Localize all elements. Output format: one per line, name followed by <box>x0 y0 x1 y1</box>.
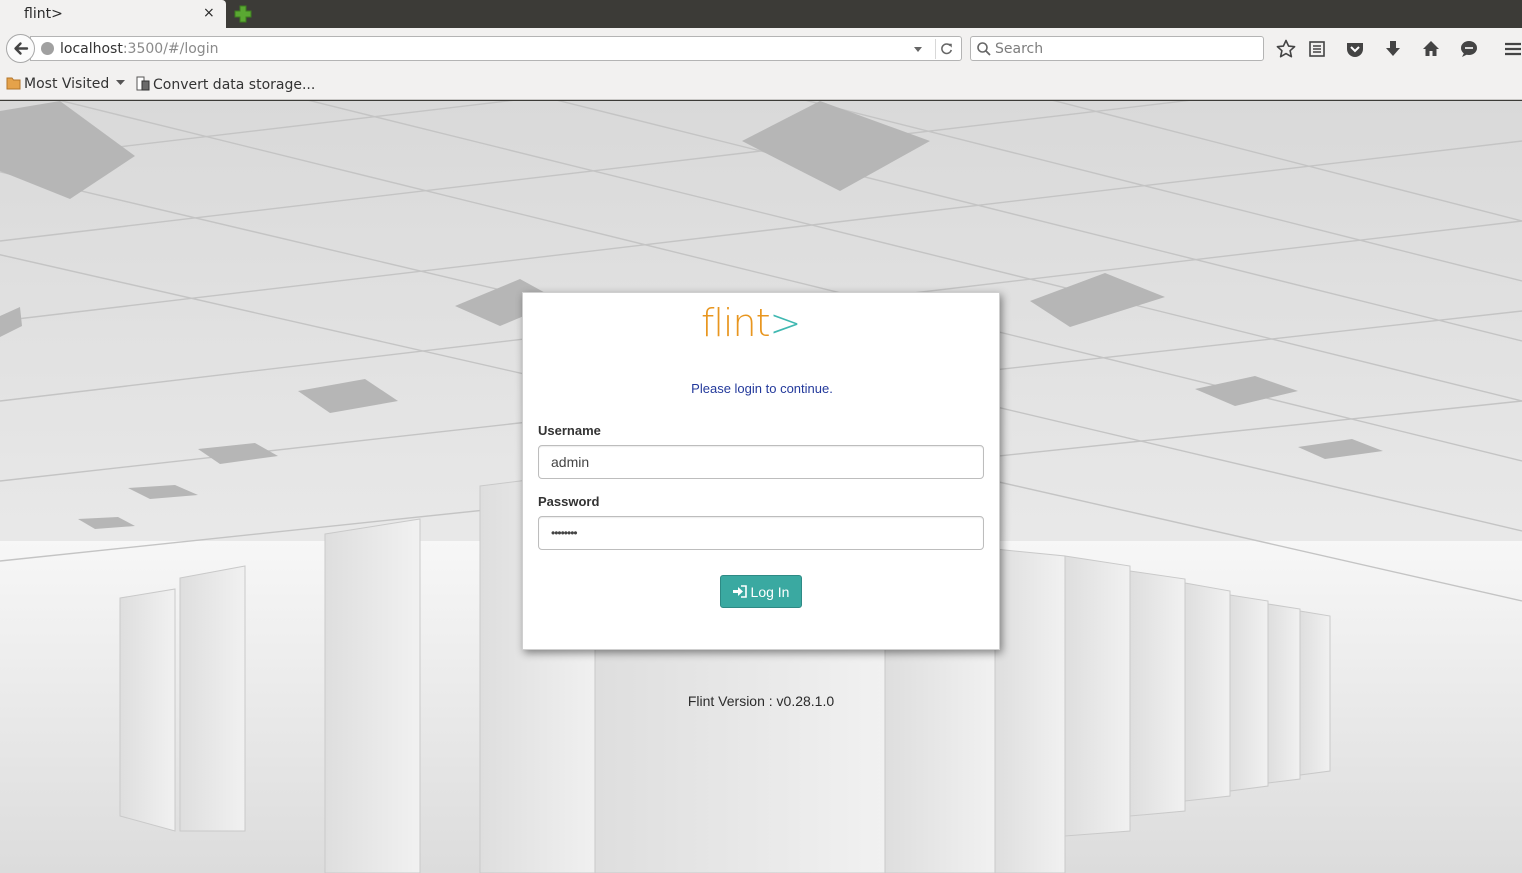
password-field[interactable] <box>538 516 984 550</box>
back-button[interactable] <box>6 34 35 63</box>
reading-list-icon[interactable] <box>1306 38 1328 60</box>
url-text[interactable]: localhost:3500/#/login <box>60 41 218 57</box>
chat-icon[interactable] <box>1458 38 1480 60</box>
bookmark-convert-data-storage[interactable]: Convert data storage... <box>136 76 315 93</box>
log-in-button[interactable]: Log In <box>720 575 802 608</box>
tab-title: flint> <box>24 6 63 22</box>
version-text: Flint Version : v0.28.1.0 <box>687 693 835 709</box>
back-arrow-icon <box>14 42 29 55</box>
chevron-down-icon <box>115 80 125 85</box>
page-icon <box>136 76 150 91</box>
search-bar[interactable] <box>970 36 1264 61</box>
password-label: Password <box>538 494 600 509</box>
username-label: Username <box>538 423 601 438</box>
url-bar[interactable]: localhost:3500/#/login <box>30 36 962 61</box>
login-prompt-message: Please login to continue. <box>691 381 833 396</box>
site-identity-icon[interactable] <box>41 42 54 55</box>
page-viewport: flint> Please login to continue. Usernam… <box>0 101 1522 873</box>
tab-strip: flint> × <box>0 0 1522 28</box>
reload-icon[interactable] <box>935 39 957 59</box>
new-tab-plus-icon[interactable] <box>233 4 253 24</box>
sign-in-icon <box>732 585 747 598</box>
folder-icon <box>6 77 21 90</box>
download-icon[interactable] <box>1382 38 1404 60</box>
home-icon[interactable] <box>1420 38 1442 60</box>
bookmark-star-icon[interactable] <box>1275 38 1297 60</box>
login-card: flint> Please login to continue. Usernam… <box>522 292 1000 650</box>
url-history-dropdown-icon[interactable] <box>913 44 923 54</box>
username-field[interactable] <box>538 445 984 479</box>
flint-logo: flint> <box>701 301 801 345</box>
search-icon <box>977 42 991 56</box>
bookmark-most-visited[interactable]: Most Visited <box>6 76 125 92</box>
hamburger-menu-icon[interactable] <box>1502 38 1522 60</box>
search-input[interactable] <box>995 39 1255 59</box>
active-tab[interactable]: flint> × <box>0 0 226 28</box>
log-in-label: Log In <box>750 583 790 600</box>
pocket-icon[interactable] <box>1344 38 1366 60</box>
bookmarks-toolbar: Most Visited Convert data storage... <box>0 70 1522 100</box>
close-tab-icon[interactable]: × <box>203 5 215 21</box>
